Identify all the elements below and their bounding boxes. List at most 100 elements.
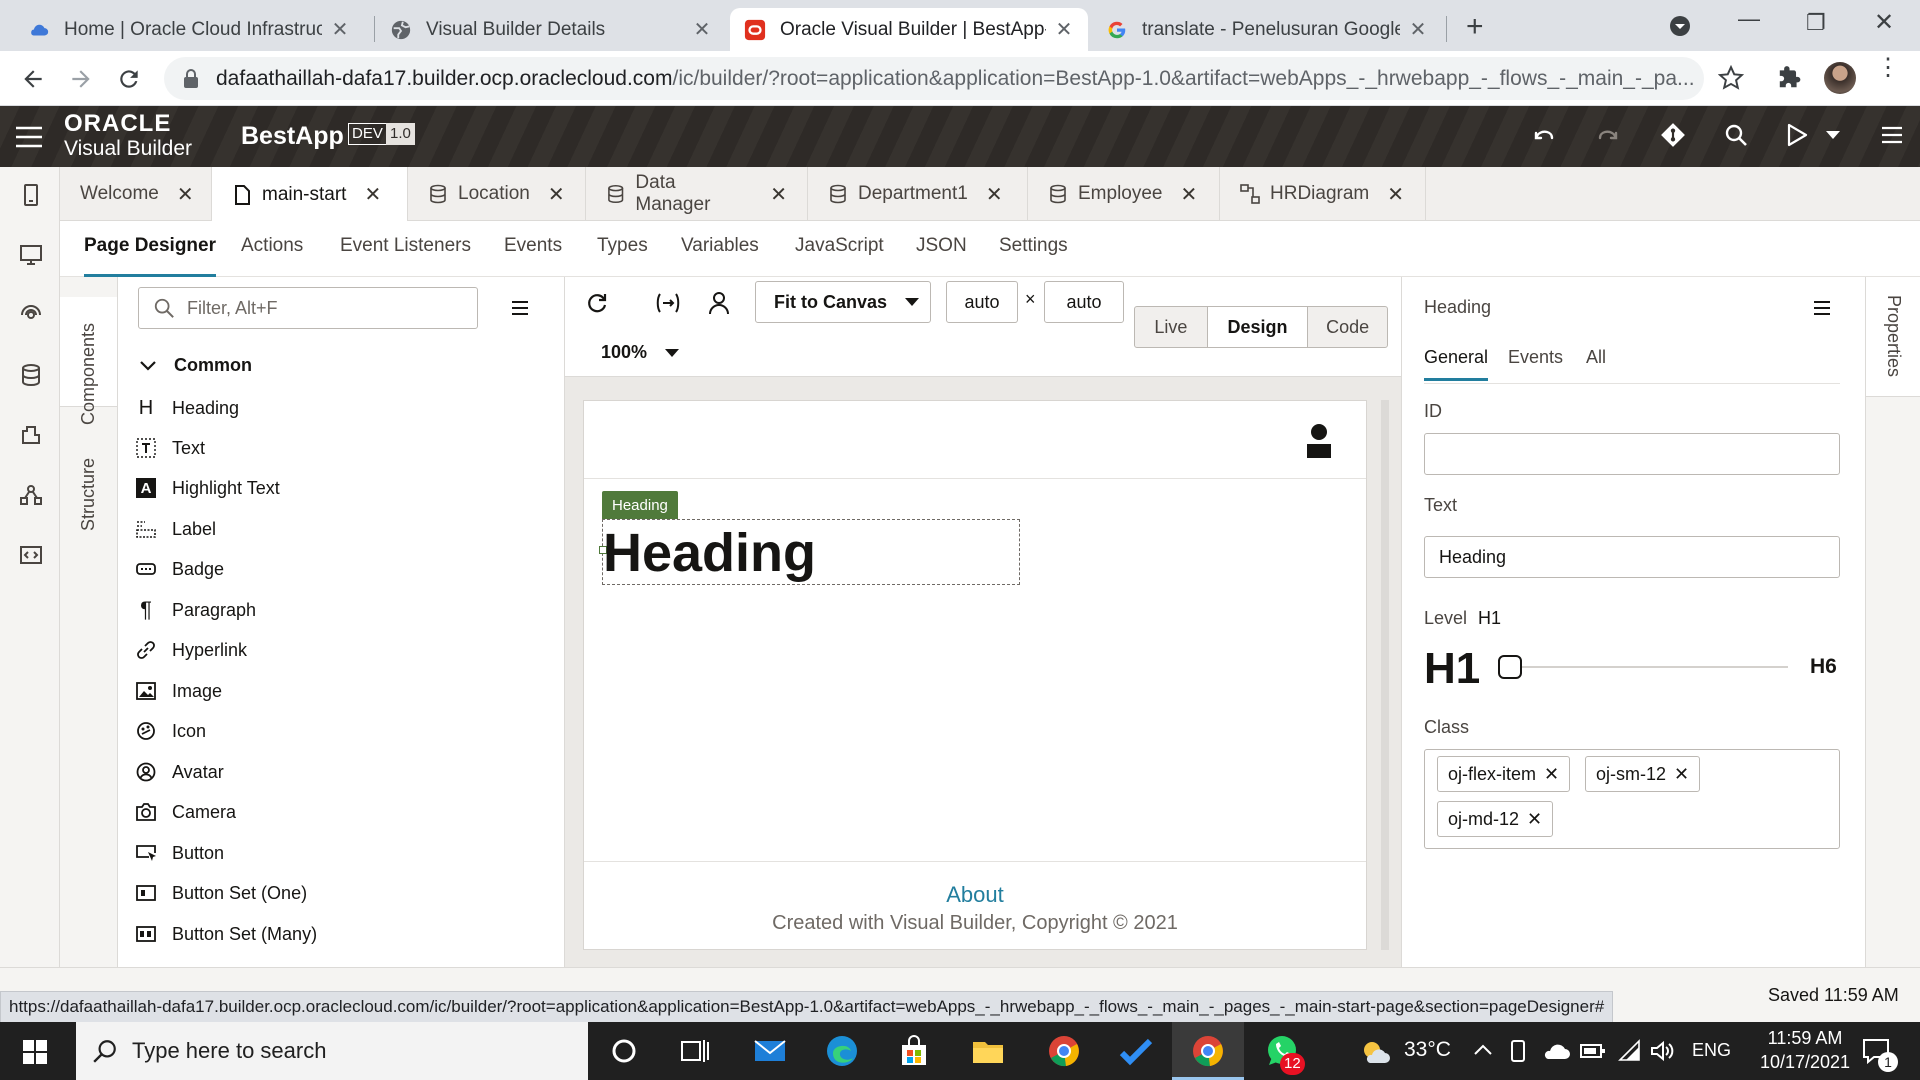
mode-design[interactable]: Design [1207,307,1309,347]
battery-icon[interactable] [1580,1042,1606,1060]
tab-department1[interactable]: Department1 ✕ [808,167,1028,221]
fit-to-canvas-dropdown[interactable]: Fit to Canvas [755,281,931,323]
components-side-tab[interactable]: Components [60,297,117,425]
chevron-up-icon[interactable] [1474,1044,1492,1056]
wifi-icon[interactable] [1618,1039,1642,1063]
structure-side-tab[interactable]: Structure [78,458,99,531]
tab-types[interactable]: Types [597,235,648,277]
volume-icon[interactable] [1650,1040,1674,1062]
tab-all[interactable]: All [1586,347,1606,368]
bookmark-star-icon[interactable] [1718,65,1744,91]
properties-menu-icon[interactable] [1814,301,1830,315]
reload-icon[interactable] [116,66,142,92]
browser-tab-oracle-vb[interactable]: Oracle Visual Builder | BestApp-1 ✕ [730,8,1088,51]
undo-icon[interactable] [1532,124,1556,148]
profile-avatar[interactable] [1824,62,1856,94]
source-code-icon[interactable] [19,543,43,567]
tab-main-start[interactable]: main-start ✕ [212,167,408,222]
palette-item-label[interactable]: Label [136,517,216,541]
store-icon[interactable] [896,1033,932,1069]
close-icon[interactable]: ✕ [1544,764,1559,785]
browser-tab-vb-details[interactable]: Visual Builder Details ✕ [376,8,726,51]
active-chrome-taskbar-item[interactable] [1172,1022,1244,1080]
palette-item-hyperlink[interactable]: Hyperlink [136,638,247,662]
onedrive-cloud-icon[interactable] [1542,1041,1570,1061]
close-icon[interactable]: ✕ [177,182,194,207]
hamburger-menu-icon[interactable] [16,126,42,148]
tab-events[interactable]: Events [504,235,562,277]
user-avatar-icon[interactable] [1305,423,1333,459]
selected-heading-frame[interactable]: Heading [599,519,1020,585]
close-icon[interactable]: ✕ [1674,764,1689,785]
palette-item-button-set-one[interactable]: Button Set (One) [136,881,307,905]
mode-live[interactable]: Live [1135,307,1208,347]
mode-code[interactable]: Code [1308,307,1387,347]
kebab-menu-icon[interactable]: ⋮ [1876,56,1900,80]
close-icon[interactable]: ✕ [1054,17,1074,42]
browser-tab-oci-home[interactable]: Home | Oracle Cloud Infrastructu ✕ [14,8,364,51]
tab-json[interactable]: JSON [916,235,967,277]
id-input[interactable] [1424,433,1840,475]
new-tab-button[interactable]: + [1466,10,1484,44]
business-objects-icon[interactable] [19,363,43,387]
tab-actions[interactable]: Actions [241,235,303,277]
refresh-icon[interactable] [585,291,609,315]
redo-icon[interactable] [1596,124,1620,148]
user-role-icon[interactable] [707,290,731,316]
minimize-button[interactable]: — [1738,6,1760,32]
edge-browser-icon[interactable] [824,1033,860,1069]
run-play-icon[interactable] [1786,123,1808,147]
processes-icon[interactable] [19,483,43,507]
palette-item-button-set-many[interactable]: Button Set (Many) [136,922,317,946]
components-icon[interactable] [19,423,43,447]
restore-button[interactable]: ❐ [1806,10,1826,36]
close-icon[interactable]: ✕ [692,17,712,42]
git-icon[interactable] [1660,122,1686,148]
close-icon[interactable]: ✕ [1408,17,1428,42]
filter-input[interactable]: Filter, Alt+F [138,287,478,329]
close-icon[interactable]: ✕ [986,182,1003,207]
menu-lines-icon[interactable] [1882,126,1902,144]
tab-events-props[interactable]: Events [1508,347,1563,368]
browser-tab-google[interactable]: translate - Penelusuran Google ✕ [1092,8,1442,51]
tab-variables[interactable]: Variables [681,235,759,277]
mail-icon[interactable] [752,1033,788,1069]
back-arrow-icon[interactable] [20,66,46,92]
close-icon[interactable]: ✕ [1181,182,1198,207]
services-icon[interactable] [19,303,43,327]
close-icon[interactable]: ✕ [548,182,565,207]
tab-data-manager[interactable]: Data Manager ✕ [586,167,808,221]
tab-location[interactable]: Location ✕ [408,167,586,221]
web-apps-icon[interactable] [19,243,43,267]
close-icon[interactable]: ✕ [1527,809,1542,830]
palette-item-highlight-text[interactable]: A Highlight Text [136,476,280,500]
windows-start-icon[interactable] [23,1040,47,1064]
device-icon[interactable] [1508,1039,1528,1063]
canvas-width-input[interactable]: auto [946,281,1018,323]
task-view-icon[interactable] [676,1033,712,1069]
taskbar-search-input[interactable]: Type here to search [76,1022,588,1080]
search-icon[interactable] [1724,123,1748,147]
cortana-icon[interactable] [606,1033,642,1069]
palette-item-image[interactable]: Image [136,679,222,703]
extensions-puzzle-icon[interactable] [1776,65,1802,91]
tab-hrdiagram[interactable]: HRDiagram ✕ [1220,167,1426,221]
chrome-icon[interactable] [1046,1033,1082,1069]
zoom-dropdown[interactable]: 100% [601,342,680,363]
palette-item-paragraph[interactable]: ¶ Paragraph [136,597,256,622]
tab-event-listeners[interactable]: Event Listeners [340,235,471,277]
language-indicator[interactable]: ENG [1692,1040,1731,1061]
class-input[interactable]: oj-flex-item ✕ oj-sm-12 ✕ oj-md-12 ✕ [1424,749,1840,849]
palette-menu-icon[interactable] [512,301,528,315]
palette-item-avatar[interactable]: Avatar [136,760,224,784]
palette-item-button[interactable]: Button [136,841,224,865]
about-link[interactable]: About [584,882,1366,908]
todo-icon[interactable] [1118,1033,1154,1069]
window-close-button[interactable]: ✕ [1874,8,1894,37]
palette-item-camera[interactable]: Camera [136,800,236,824]
weather-sun-cloud-icon[interactable] [1360,1039,1390,1065]
tab-welcome[interactable]: Welcome ✕ [60,167,212,221]
palette-item-text[interactable]: Text [136,436,205,460]
tab-general[interactable]: General [1424,347,1489,381]
tab-search-icon[interactable] [1668,14,1692,38]
